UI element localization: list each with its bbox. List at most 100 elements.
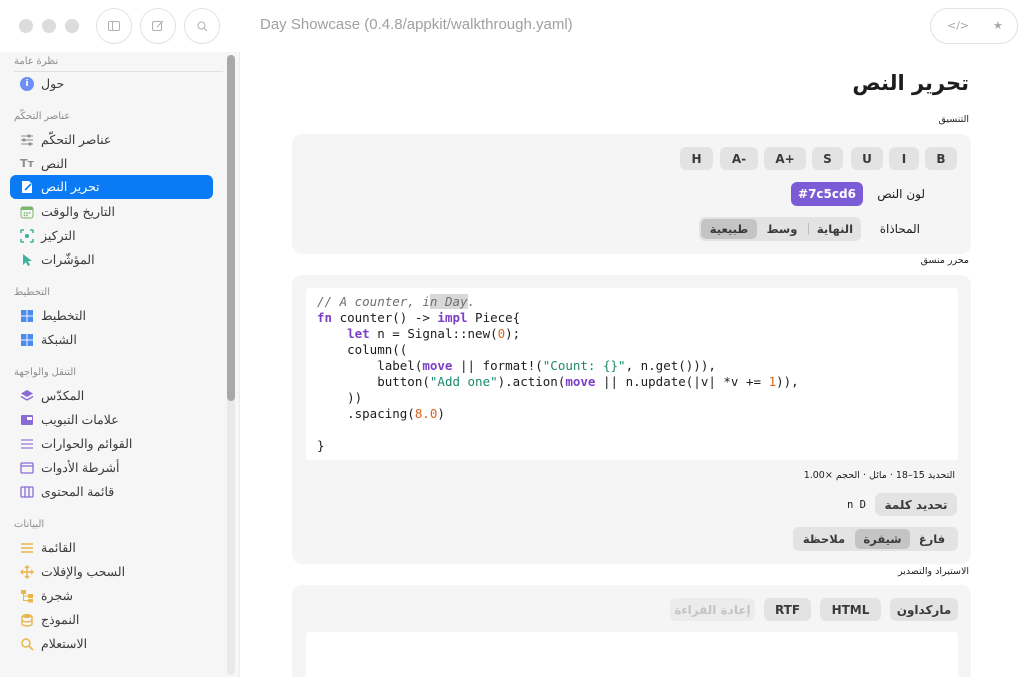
increase-font-button[interactable]: A+ <box>764 147 806 170</box>
heading-button[interactable]: H <box>680 147 713 170</box>
sidebar-item-tabs[interactable]: علامات التبويب <box>10 408 213 432</box>
alignment-natural[interactable]: طبيعية <box>701 219 757 239</box>
alignment-segmented-control[interactable]: طبيعية وسط النهاية <box>699 217 861 241</box>
window-title: Day Showcase (0.4.8/appkit/walkthrough.y… <box>260 16 573 33</box>
reload-button[interactable]: إعادة القراءة <box>670 598 755 621</box>
mode-note[interactable]: ملاحظة <box>795 529 853 549</box>
rtf-button[interactable]: RTF <box>764 598 811 621</box>
calendar-icon <box>20 206 34 219</box>
sidebar-item-about[interactable]: i حول <box>10 72 213 96</box>
minimize-window-button[interactable] <box>42 19 56 33</box>
rich-text-editor[interactable]: // A counter, in Day. fn counter() -> imp… <box>306 288 958 460</box>
sidebar-item-text[interactable]: Tт النص <box>10 152 213 176</box>
list-icon <box>21 543 33 553</box>
rich-editor-caption: محرر منسق <box>920 255 969 266</box>
sidebar-item-layout[interactable]: التخطيط <box>10 304 213 328</box>
sidebar-scroll-thumb[interactable] <box>227 55 235 401</box>
columns-icon <box>20 486 34 498</box>
editor-mode-segmented-control[interactable]: فارغ شيفرة ملاحظة <box>793 527 958 551</box>
sidebar-item-list[interactable]: القائمة <box>10 536 213 560</box>
sidebar-item-query[interactable]: الاستعلام <box>10 632 213 656</box>
sidebar-item-label: أشرطة الأدوات <box>41 461 120 475</box>
star-icon[interactable]: ★ <box>993 19 1003 32</box>
sidebar-item-menus-dialogs[interactable]: القوائم والحوارات <box>10 432 213 456</box>
sidebar-item-edit-text[interactable]: تحرير النص <box>10 175 213 199</box>
import-export-caption: الاستيراد والتصدير <box>898 566 969 577</box>
sidebar-item-toolbars[interactable]: أشرطة الأدوات <box>10 456 213 480</box>
sidebar-item-label: التركيز <box>41 229 76 243</box>
toggle-sidebar-button[interactable] <box>96 8 132 44</box>
search-icon <box>197 21 207 31</box>
database-icon <box>21 614 33 627</box>
segment-divider <box>808 223 809 235</box>
export-output-area[interactable] <box>306 632 958 677</box>
toolbar-icon <box>20 462 34 474</box>
search-button[interactable] <box>184 8 220 44</box>
selection-indicator: n D <box>847 499 866 511</box>
alignment-trailing[interactable]: النهاية <box>810 219 860 239</box>
sidebar-item-label: النص <box>41 157 68 171</box>
sidebar-item-stack[interactable]: المكدّس <box>10 384 213 408</box>
sidebar-section-controls: عناصر التحكّم <box>14 111 71 122</box>
toolbar-pill: </> ★ <box>930 8 1018 44</box>
sidebar-item-grid[interactable]: الشبكة <box>10 328 213 352</box>
mode-code[interactable]: شيفرة <box>855 529 910 549</box>
close-window-button[interactable] <box>19 19 33 33</box>
tabs-icon <box>21 415 33 425</box>
code-icon[interactable]: </> <box>947 19 969 32</box>
text-color-picker[interactable]: #7c5cd6 <box>791 182 863 206</box>
sidebar-item-label: القوائم والحوارات <box>41 437 133 451</box>
grid-icon <box>21 334 33 346</box>
cursor-icon <box>23 254 32 266</box>
mode-empty[interactable]: فارغ <box>908 529 956 549</box>
formatting-caption: التنسيق <box>938 114 969 125</box>
sidebar-item-cursors[interactable]: المؤشّرات <box>10 248 213 272</box>
app-window: Day Showcase (0.4.8/appkit/walkthrough.y… <box>0 0 1024 677</box>
sidebar-item-label: عناصر التحكّم <box>41 133 112 147</box>
select-word-button[interactable]: تحديد كلمة <box>875 493 957 516</box>
sidebar-item-label: شجرة <box>41 589 73 603</box>
sidebar-item-date-time[interactable]: التاريخ والوقت <box>10 200 213 224</box>
text-color-label: لون النص <box>877 187 925 201</box>
sidebar-section-layout: التخطيط <box>14 287 51 298</box>
bold-button[interactable]: B <box>925 147 957 170</box>
sidebar-item-tree[interactable]: شجرة <box>10 584 213 608</box>
text-icon: Tт <box>20 157 34 170</box>
compose-button[interactable] <box>140 8 176 44</box>
sidebar-section-data: البيانات <box>14 519 45 530</box>
sidebar-item-label: قائمة المحتوى <box>41 485 115 499</box>
alignment-center[interactable]: وسط <box>759 219 805 239</box>
sidebar-item-focus[interactable]: التركيز <box>10 224 213 248</box>
edit-text-icon <box>22 181 32 193</box>
sidebar-item-label: حول <box>41 77 65 91</box>
menu-icon <box>21 439 33 449</box>
editor-status: التحديد 15–18 · مائل · الحجم ×1.00 <box>803 470 955 481</box>
alignment-label: المحاذاة <box>879 222 920 236</box>
sidebar-section-overview: نظرة عامة <box>14 56 59 67</box>
stack-icon <box>20 390 34 401</box>
html-button[interactable]: HTML <box>820 598 881 621</box>
zoom-window-button[interactable] <box>65 19 79 33</box>
markdown-button[interactable]: ماركداون <box>890 598 958 621</box>
sidebar-item-label: السحب والإفلات <box>41 565 126 579</box>
sidebar-item-label: الاستعلام <box>41 637 88 651</box>
query-icon <box>21 638 34 651</box>
sidebar-item-label: التخطيط <box>41 309 87 323</box>
decrease-font-button[interactable]: A- <box>720 147 758 170</box>
underline-button[interactable]: U <box>851 147 883 170</box>
sidebar-item-label: المكدّس <box>41 389 85 403</box>
sidebar-section-navigation: التنقل والواجهة <box>14 367 77 378</box>
layout-icon <box>21 310 33 322</box>
sidebar-item-label: القائمة <box>41 541 76 555</box>
move-icon <box>20 565 34 579</box>
sidebar-item-label: التاريخ والوقت <box>41 205 115 219</box>
sidebar-item-drag-drop[interactable]: السحب والإفلات <box>10 560 213 584</box>
strikethrough-button[interactable]: S <box>812 147 843 170</box>
sidebar-item-label: تحرير النص <box>41 180 100 194</box>
italic-button[interactable]: I <box>889 147 919 170</box>
sidebar-scrollbar[interactable] <box>227 55 235 675</box>
sidebar-item-controls[interactable]: عناصر التحكّم <box>10 128 213 152</box>
sidebar-item-model[interactable]: النموذج <box>10 608 213 632</box>
sidebar-item-content-list[interactable]: قائمة المحتوى <box>10 480 213 504</box>
focus-icon <box>20 229 34 243</box>
